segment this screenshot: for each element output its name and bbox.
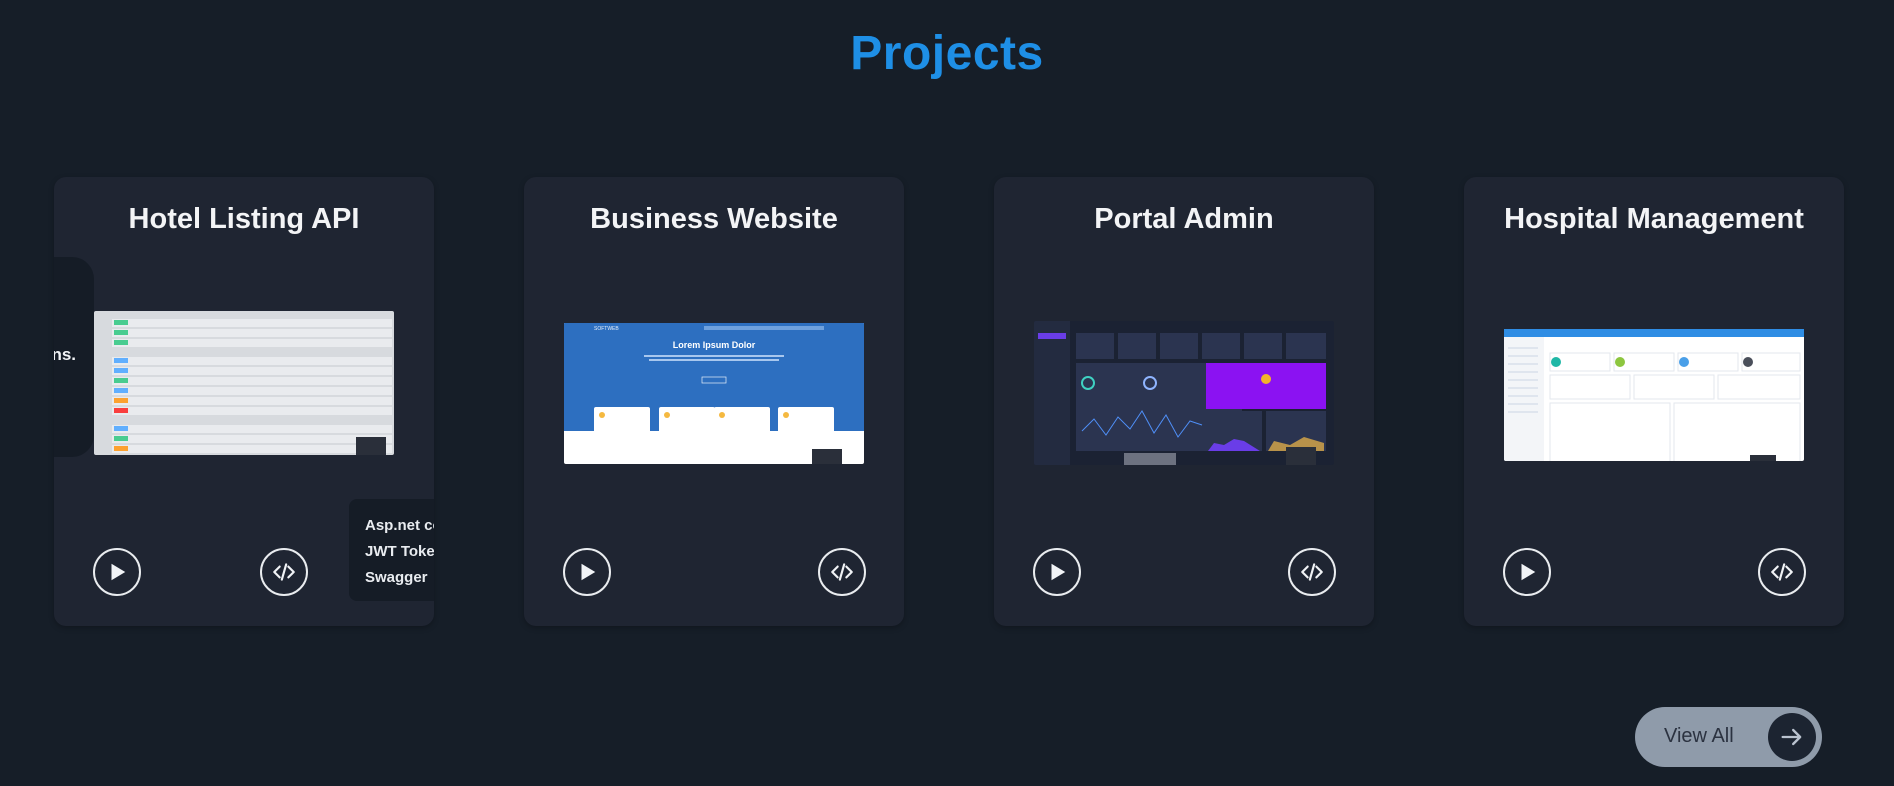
project-screenshot: [1034, 321, 1334, 465]
source-code-button[interactable]: [1288, 548, 1336, 596]
code-icon: [1301, 563, 1323, 581]
play-icon: [581, 563, 596, 581]
code-icon: [273, 563, 295, 581]
play-icon: [111, 563, 126, 581]
project-description-panel: ns.: [54, 257, 94, 457]
source-code-button[interactable]: [260, 548, 308, 596]
admin-dashboard-preview: [1034, 321, 1334, 465]
tech-tag: JWT Token: [365, 543, 434, 560]
project-card-portal-admin: Portal Admin: [994, 177, 1374, 626]
business-site-preview: SOFTWEB Lorem Ipsum Dolor: [564, 323, 864, 464]
view-all-label: View All: [1664, 725, 1734, 747]
hospital-app-preview: [1504, 329, 1804, 461]
project-description: ns.: [54, 345, 76, 364]
project-title: Hotel Listing API: [128, 203, 360, 235]
tech-tags-panel: Asp.net co JWT Token Swagger: [349, 499, 434, 601]
tech-tag: Asp.net co: [365, 517, 434, 534]
project-title: Hospital Management: [1504, 203, 1804, 235]
source-code-button[interactable]: [1758, 548, 1806, 596]
arrow-right-icon: [1781, 728, 1802, 746]
project-title: Business Website: [590, 203, 838, 235]
project-card-hospital-management: Hospital Management: [1464, 177, 1844, 626]
play-demo-button[interactable]: [1033, 548, 1081, 596]
project-screenshot: [94, 311, 394, 455]
source-code-button[interactable]: [818, 548, 866, 596]
svg-text:SOFTWEB: SOFTWEB: [594, 326, 619, 332]
play-icon: [1521, 563, 1536, 581]
project-title: Portal Admin: [1094, 203, 1274, 235]
code-icon: [1771, 563, 1793, 581]
view-all-button[interactable]: View All: [1635, 707, 1822, 767]
section-title: Projects: [850, 27, 1044, 80]
project-screenshot: [1504, 325, 1804, 461]
play-demo-button[interactable]: [563, 548, 611, 596]
project-card-business-website: Business Website SOFTWEB Lorem Ipsum Dol…: [524, 177, 904, 626]
play-demo-button[interactable]: [1503, 548, 1551, 596]
code-icon: [831, 563, 853, 581]
preview-heading: Lorem Ipsum Dolor: [673, 340, 756, 350]
arrow-circle: [1768, 713, 1816, 761]
project-screenshot: SOFTWEB Lorem Ipsum Dolor: [564, 322, 864, 464]
play-icon: [1051, 563, 1066, 581]
play-demo-button[interactable]: [93, 548, 141, 596]
tech-tag: Swagger: [365, 569, 428, 586]
swagger-ui-preview: [94, 311, 394, 455]
